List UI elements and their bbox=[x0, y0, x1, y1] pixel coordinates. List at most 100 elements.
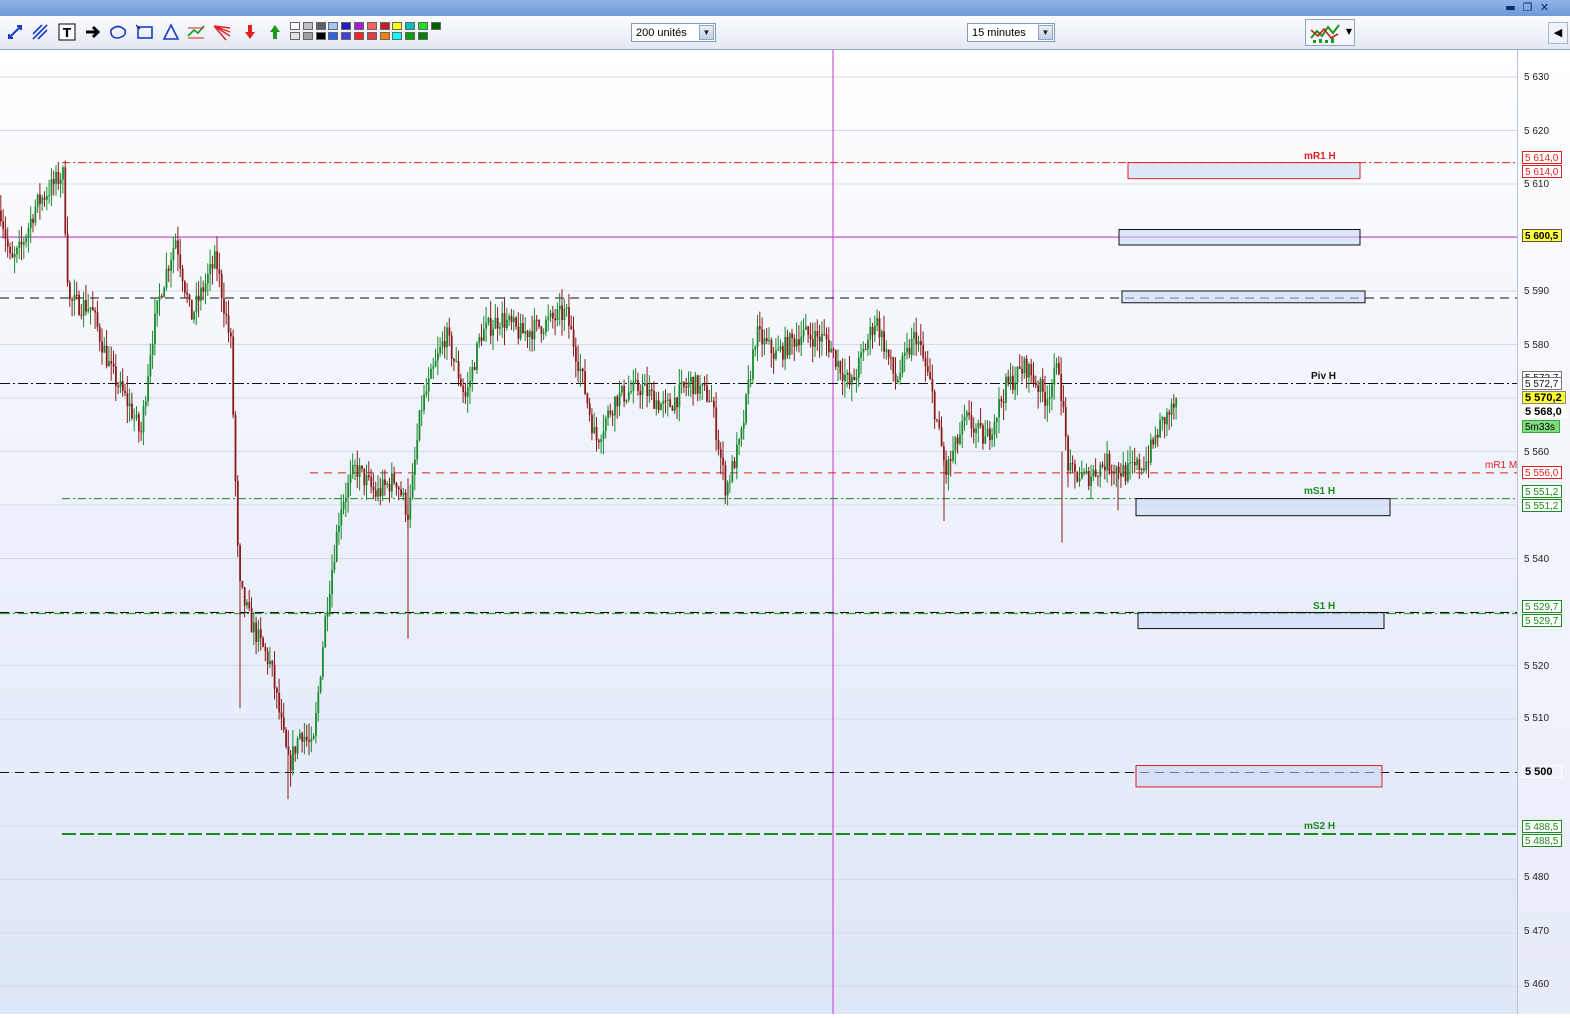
color-swatch[interactable] bbox=[328, 32, 339, 40]
zone-box bbox=[1118, 228, 1361, 246]
candle-body bbox=[1154, 434, 1157, 445]
candle-body bbox=[680, 382, 683, 385]
candle-body bbox=[577, 361, 580, 372]
candle-body bbox=[823, 333, 826, 335]
candle-body bbox=[78, 294, 80, 315]
crosshair-icon[interactable] bbox=[5, 22, 25, 42]
candle-timer: 5m33s bbox=[1522, 420, 1560, 433]
candle-body bbox=[977, 422, 980, 429]
text-tool-icon[interactable]: T bbox=[57, 22, 77, 42]
candle-body bbox=[131, 403, 133, 419]
candle-body bbox=[646, 383, 649, 397]
price-axis[interactable] bbox=[1517, 50, 1570, 1014]
color-swatch[interactable] bbox=[405, 32, 416, 40]
candle-body bbox=[27, 228, 30, 237]
units-select[interactable]: 200 unités ▼ bbox=[631, 23, 716, 42]
candle-body bbox=[793, 338, 796, 347]
color-swatch[interactable] bbox=[392, 32, 403, 40]
candle-body bbox=[1021, 368, 1023, 374]
minimize-icon[interactable]: ▬ bbox=[1503, 1, 1518, 14]
candle-body bbox=[414, 459, 416, 475]
candle-body bbox=[167, 268, 170, 271]
candle-body bbox=[984, 436, 987, 444]
triangle-tool-icon[interactable] bbox=[161, 22, 181, 42]
candle-body bbox=[280, 712, 283, 718]
color-swatch[interactable] bbox=[379, 32, 390, 40]
close-icon[interactable]: ✕ bbox=[1537, 1, 1552, 14]
color-swatch[interactable] bbox=[341, 32, 352, 40]
chevron-down-icon[interactable]: ▼ bbox=[699, 25, 714, 40]
scroll-left-button[interactable]: ◀ bbox=[1548, 22, 1568, 44]
color-swatch[interactable] bbox=[290, 22, 300, 30]
candle-body bbox=[1094, 469, 1097, 476]
candle-body bbox=[598, 440, 600, 443]
candle-body bbox=[869, 326, 872, 340]
candle-body bbox=[202, 287, 205, 292]
color-swatch[interactable] bbox=[341, 22, 352, 30]
chart-type-button[interactable]: ▼ bbox=[1305, 19, 1355, 46]
candle-body bbox=[945, 460, 948, 475]
candle-body bbox=[1120, 473, 1122, 477]
candle-body bbox=[719, 449, 722, 458]
rectangle-tool-icon[interactable] bbox=[135, 22, 155, 42]
color-swatch[interactable] bbox=[302, 22, 313, 30]
candle-body bbox=[653, 390, 655, 409]
candle-body bbox=[135, 414, 138, 418]
color-swatch[interactable] bbox=[392, 22, 403, 30]
candle-body bbox=[1032, 375, 1035, 383]
color-swatch[interactable] bbox=[354, 22, 364, 30]
candle-body bbox=[899, 372, 902, 380]
candle-body bbox=[1124, 465, 1127, 482]
sell-arrow-icon[interactable] bbox=[240, 22, 260, 42]
color-swatch[interactable] bbox=[405, 22, 416, 30]
candle-body bbox=[335, 531, 338, 562]
candle-body bbox=[970, 415, 973, 429]
candle-body bbox=[936, 419, 938, 421]
color-swatch[interactable] bbox=[290, 32, 300, 40]
candle-body bbox=[860, 352, 862, 358]
color-swatch[interactable] bbox=[418, 32, 428, 40]
color-swatch[interactable] bbox=[418, 22, 428, 30]
candle-body bbox=[377, 488, 379, 497]
color-swatch[interactable] bbox=[302, 32, 313, 40]
candle-body bbox=[285, 729, 287, 747]
buy-arrow-icon[interactable] bbox=[265, 22, 285, 42]
candle-body bbox=[492, 328, 494, 336]
candle-body bbox=[627, 392, 630, 400]
candle-body bbox=[644, 383, 646, 386]
color-swatch[interactable] bbox=[315, 32, 326, 40]
units-select-value: 200 unités bbox=[636, 27, 687, 39]
fibonacci-icon[interactable] bbox=[186, 22, 206, 42]
color-swatch[interactable] bbox=[315, 22, 326, 30]
candle-body bbox=[227, 315, 230, 333]
price-chart[interactable] bbox=[0, 50, 1517, 1014]
arrow-tool-icon[interactable] bbox=[83, 22, 103, 42]
candle-body bbox=[1097, 475, 1099, 477]
candle-body bbox=[393, 473, 396, 483]
candle-body bbox=[165, 268, 168, 288]
color-swatch[interactable] bbox=[366, 22, 377, 30]
color-swatch[interactable] bbox=[328, 22, 339, 30]
candle-body bbox=[963, 416, 966, 421]
trendline-icon[interactable] bbox=[30, 22, 50, 42]
candle-body bbox=[673, 397, 676, 411]
candle-body bbox=[864, 349, 867, 351]
ellipse-tool-icon[interactable] bbox=[108, 22, 128, 42]
color-swatch[interactable] bbox=[366, 32, 377, 40]
interval-select[interactable]: 15 minutes ▼ bbox=[967, 23, 1055, 42]
fan-icon[interactable] bbox=[212, 22, 232, 42]
candlestick-plot[interactable] bbox=[0, 50, 1517, 1014]
candle-body bbox=[558, 305, 561, 310]
chevron-down-icon[interactable]: ▼ bbox=[1038, 25, 1053, 40]
candle-body bbox=[232, 336, 235, 416]
color-swatch[interactable] bbox=[379, 22, 390, 30]
candle-body bbox=[1173, 403, 1175, 408]
restore-icon[interactable]: ❐ bbox=[1520, 1, 1535, 14]
candle-body bbox=[834, 350, 837, 367]
candle-body bbox=[602, 431, 605, 440]
candle-body bbox=[349, 474, 352, 483]
color-swatch[interactable] bbox=[430, 22, 441, 30]
color-swatch[interactable] bbox=[354, 32, 364, 40]
candle-body bbox=[216, 251, 218, 270]
candle-body bbox=[55, 171, 57, 184]
